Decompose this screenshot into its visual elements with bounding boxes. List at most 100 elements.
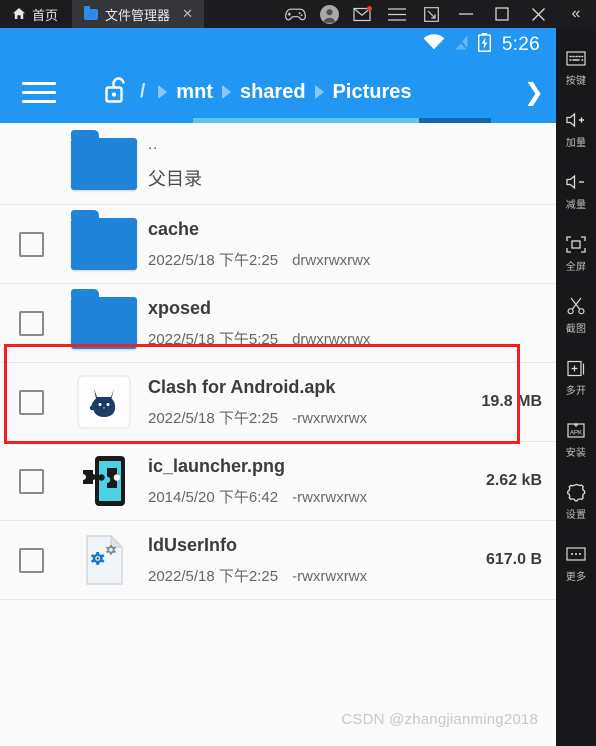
watermark: CSDN @zhangjianming2018 [341, 711, 538, 728]
multi-instance-icon [566, 357, 586, 379]
file-date: 2022/5/18 下午2:25 [148, 568, 279, 586]
mail-icon[interactable] [346, 0, 380, 28]
sidebar-item-label: 按键 [565, 76, 587, 87]
checkbox-cell[interactable] [0, 310, 62, 336]
file-permissions: -rwxrwxrwx [292, 568, 368, 586]
list-item[interactable]: Clash for Android.apk 2022/5/18 下午2:25 -… [0, 363, 556, 442]
keyboard-icon [566, 47, 586, 69]
breadcrumb-separator-icon [221, 85, 231, 99]
sidebar-item-label: 加量 [565, 138, 587, 149]
breadcrumb-next-chevron-icon[interactable]: ❯ [514, 78, 544, 107]
sidebar-item-install-apk[interactable]: APK 安装 [556, 408, 596, 470]
checkbox-cell[interactable] [0, 547, 62, 573]
list-item[interactable]: ldUserInfo 2022/5/18 下午2:25 -rwxrwxrwx 6… [0, 521, 556, 600]
breadcrumb-item-pictures[interactable]: Pictures [333, 81, 412, 104]
app-bar: / mnt shared Pictures ❯ [0, 61, 556, 123]
tab-file-manager[interactable]: 文件管理器 ✕ [72, 0, 205, 28]
file-permissions: drwxrwxrwx [292, 252, 371, 270]
file-size: 617.0 B [485, 551, 542, 568]
svg-text:APK: APK [570, 430, 582, 436]
close-button[interactable] [520, 0, 556, 28]
sidebar-item-fullscreen[interactable]: 全屏 [556, 222, 596, 284]
sidebar-item-keyboard[interactable]: 按键 [556, 36, 596, 98]
resize-icon[interactable] [414, 0, 448, 28]
gamepad-icon[interactable] [278, 0, 312, 28]
folder-icon [71, 129, 137, 190]
minimize-button[interactable] [448, 0, 484, 28]
wifi-icon [423, 34, 445, 55]
settings-gear-icon [566, 481, 586, 503]
signal-off-icon [454, 33, 469, 56]
row-checkbox[interactable] [18, 547, 44, 573]
file-date: 2022/5/18 下午2:25 [148, 252, 279, 270]
config-file-icon [77, 533, 131, 587]
file-icon-cell [62, 375, 146, 429]
collapse-sidebar-button[interactable]: « [556, 0, 596, 28]
mail-badge [367, 6, 372, 11]
unlock-icon[interactable] [104, 75, 130, 110]
tab-close-icon[interactable]: ✕ [180, 6, 195, 22]
file-name: cache [148, 218, 200, 239]
sidebar-item-screenshot[interactable]: 截图 [556, 284, 596, 346]
breadcrumb-item-mnt[interactable]: mnt [176, 81, 213, 104]
volume-down-icon [565, 171, 587, 193]
home-tab[interactable]: 首页 [0, 0, 72, 28]
maximize-button[interactable] [484, 0, 520, 28]
file-permissions: drwxrwxrwx [292, 331, 371, 349]
file-permissions: -rwxrwxrwx [292, 489, 368, 507]
file-meta: 2014/5/20 下午6:42 -rwxrwxrwx [148, 486, 448, 507]
tab-file-manager-label: 文件管理器 [105, 7, 171, 23]
scissors-screenshot-icon [567, 295, 585, 317]
file-meta: 2022/5/18 下午5:25 drwxrwxrwx [148, 328, 448, 349]
file-permissions: -rwxrwxrwx [292, 410, 368, 428]
hamburger-menu-icon[interactable] [22, 81, 56, 103]
emulator-window: 首页 文件管理器 ✕ « 5:26 / mnt shared Pictures … [0, 0, 596, 746]
sidebar-item-more[interactable]: 更多 [556, 532, 596, 594]
list-item[interactable]: cache 2022/5/18 下午2:25 drwxrwxrwx [0, 205, 556, 284]
row-checkbox[interactable] [18, 310, 44, 336]
file-info: ldUserInfo 2022/5/18 下午2:25 -rwxrwxrwx [146, 534, 448, 587]
menu-icon[interactable] [380, 0, 414, 28]
breadcrumb-root[interactable]: / [136, 81, 149, 103]
file-subtitle: 父目录 [148, 168, 202, 189]
file-icon-cell [62, 210, 146, 270]
file-meta: 2022/5/18 下午2:25 -rwxrwxrwx [148, 565, 448, 586]
sidebar-item-multi-instance[interactable]: 多开 [556, 346, 596, 408]
breadcrumb-item-shared[interactable]: shared [240, 81, 306, 104]
checkbox-cell[interactable] [0, 389, 62, 415]
sidebar-item-label: 截图 [565, 324, 587, 335]
file-icon-cell [62, 454, 146, 508]
more-dots-icon [566, 543, 586, 565]
list-item[interactable]: ic_launcher.png 2014/5/20 下午6:42 -rwxrwx… [0, 442, 556, 521]
file-info: .. 父目录 [146, 136, 542, 191]
list-item[interactable]: xposed 2022/5/18 下午5:25 drwxrwxrwx [0, 284, 556, 363]
file-size: 19.8 MB [481, 393, 542, 410]
file-info: cache 2022/5/18 下午2:25 drwxrwxrwx [146, 218, 448, 271]
file-icon-cell [62, 289, 146, 349]
checkbox-cell[interactable] [0, 231, 62, 257]
checkbox-cell[interactable] [0, 468, 62, 494]
sidebar-item-volume-up[interactable]: 加量 [556, 98, 596, 160]
file-name: .. [148, 136, 159, 154]
file-info: Clash for Android.apk 2022/5/18 下午2:25 -… [146, 376, 448, 429]
sidebar-item-label: 更多 [565, 572, 587, 583]
file-date: 2022/5/18 下午2:25 [148, 410, 279, 428]
row-checkbox[interactable] [18, 468, 44, 494]
breadcrumb-separator-icon [314, 85, 324, 99]
file-info: ic_launcher.png 2014/5/20 下午6:42 -rwxrwx… [146, 455, 448, 508]
folder-icon [71, 210, 137, 270]
row-checkbox[interactable] [18, 231, 44, 257]
sidebar-item-label: 全屏 [565, 262, 587, 273]
row-checkbox[interactable] [18, 389, 44, 415]
titlebar-icon-group [278, 0, 448, 28]
file-date: 2022/5/18 下午5:25 [148, 331, 279, 349]
folder-icon [84, 5, 99, 20]
folder-icon [71, 289, 137, 349]
list-item[interactable]: .. 父目录 [0, 123, 556, 205]
fullscreen-icon [566, 233, 586, 255]
sidebar-item-settings[interactable]: 设置 [556, 470, 596, 532]
sidebar-item-volume-down[interactable]: 减量 [556, 160, 596, 222]
account-avatar-icon[interactable] [312, 0, 346, 28]
file-icon-cell [62, 129, 146, 190]
file-name: ic_launcher.png [148, 455, 286, 476]
